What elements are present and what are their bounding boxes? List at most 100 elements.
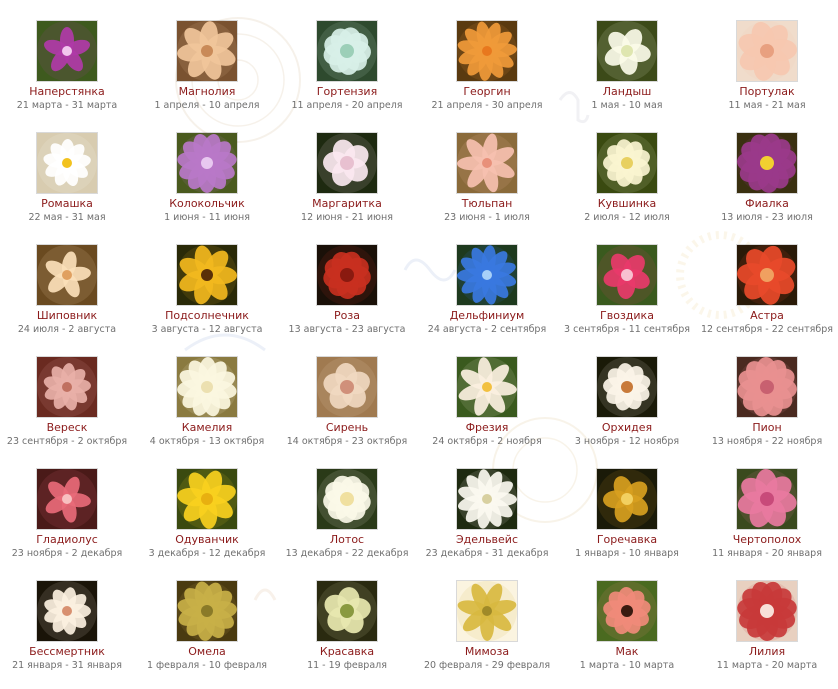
flower-card[interactable]: Астра 12 сентября - 22 сентября xyxy=(697,245,837,336)
flower-card[interactable]: Красавка 11 - 19 февраля xyxy=(277,581,417,672)
flower-card[interactable]: Ромашка 22 мая - 31 мая xyxy=(0,133,137,224)
flower-card[interactable]: Гвоздика 3 сентября - 11 сентября xyxy=(557,245,697,336)
flower-card[interactable]: Тюльпан 23 июня - 1 июля xyxy=(417,133,557,224)
sunflower-photo[interactable] xyxy=(177,245,237,305)
flower-card[interactable]: Лилия 11 марта - 20 марта xyxy=(697,581,837,672)
flower-date-range: 24 октября - 2 ноября xyxy=(432,436,542,447)
flower-card[interactable]: Магнолия 1 апреля - 10 апреля xyxy=(137,21,277,112)
flower-card[interactable]: Георгин 21 апреля - 30 апреля xyxy=(417,21,557,112)
flower-card[interactable]: Орхидея 3 ноября - 12 ноября xyxy=(557,357,697,448)
flower-card[interactable]: Омела 1 февраля - 10 февраля xyxy=(137,581,277,672)
flower-card[interactable]: Вереск 23 сентября - 2 октября xyxy=(0,357,137,448)
flower-name: Астра xyxy=(750,309,784,322)
hydrangea-photo[interactable] xyxy=(317,21,377,81)
flower-date-range: 23 декабря - 31 декабря xyxy=(425,548,549,559)
flower-name: Красавка xyxy=(319,645,375,658)
gentian-photo[interactable] xyxy=(597,469,657,529)
flower-card[interactable]: Гортензия 11 апреля - 20 апреля xyxy=(277,21,417,112)
gladiolus-photo[interactable] xyxy=(37,469,97,529)
flower-card[interactable]: Горечавка 1 января - 10 января xyxy=(557,469,697,560)
magnolia-photo[interactable] xyxy=(177,21,237,81)
flower-name: Роза xyxy=(334,309,360,322)
immortelle-photo[interactable] xyxy=(37,581,97,641)
freesia-photo[interactable] xyxy=(457,357,517,417)
flower-name: Тюльпан xyxy=(461,197,513,210)
flower-card[interactable]: Наперстянка 21 марта - 31 марта xyxy=(0,21,137,112)
edelweiss-photo[interactable] xyxy=(457,469,517,529)
mimosa-photo[interactable] xyxy=(457,581,517,641)
daisy-photo[interactable] xyxy=(317,133,377,193)
flower-name: Лотос xyxy=(329,533,365,546)
flower-card[interactable]: Лотос 13 декабря - 22 декабря xyxy=(277,469,417,560)
flower-card[interactable]: Дельфиниум 24 августа - 2 сентября xyxy=(417,245,557,336)
flower-date-range: 14 октября - 23 октября xyxy=(286,436,408,447)
chamomile-photo[interactable] xyxy=(37,133,97,193)
flower-card[interactable]: Мак 1 марта - 10 марта xyxy=(557,581,697,672)
flower-card[interactable]: Гладиолус 23 ноября - 2 декабря xyxy=(0,469,137,560)
rose-photo[interactable] xyxy=(317,245,377,305)
flower-card[interactable]: Маргаритка 12 июня - 21 июня xyxy=(277,133,417,224)
flower-name: Мак xyxy=(615,645,639,658)
dog-rose-photo[interactable] xyxy=(37,245,97,305)
poppy-photo[interactable] xyxy=(597,581,657,641)
flower-card[interactable]: Камелия 4 октября - 13 октября xyxy=(137,357,277,448)
heather-photo[interactable] xyxy=(37,357,97,417)
flower-date-range: 11 мая - 21 мая xyxy=(728,100,806,111)
tulip-photo[interactable] xyxy=(457,133,517,193)
carnation-photo[interactable] xyxy=(597,245,657,305)
foxglove-photo[interactable] xyxy=(37,21,97,81)
mistletoe-photo[interactable] xyxy=(177,581,237,641)
flower-card[interactable]: Бессмертник 21 января - 31 января xyxy=(0,581,137,672)
flower-name: Шиповник xyxy=(36,309,98,322)
violet-photo[interactable] xyxy=(737,133,797,193)
flower-card[interactable]: Пион 13 ноября - 22 ноября xyxy=(697,357,837,448)
delphinium-photo[interactable] xyxy=(457,245,517,305)
flower-card[interactable]: Колокольчик 1 июня - 11 июня xyxy=(137,133,277,224)
flower-name: Орхидея xyxy=(601,421,653,434)
lotus-photo[interactable] xyxy=(317,469,377,529)
flower-card[interactable]: Мимоза 20 февраля - 29 февраля xyxy=(417,581,557,672)
flower-name: Магнолия xyxy=(178,85,236,98)
aster-photo[interactable] xyxy=(737,245,797,305)
flower-card[interactable]: Кувшинка 2 июля - 12 июля xyxy=(557,133,697,224)
flower-name: Одуванчик xyxy=(175,533,239,546)
flower-date-range: 20 февраля - 29 февраля xyxy=(423,660,551,671)
flower-name: Бессмертник xyxy=(29,645,105,658)
orchid-photo[interactable] xyxy=(597,357,657,417)
lily-of-the-valley-photo[interactable] xyxy=(597,21,657,81)
flower-name: Чертополох xyxy=(732,533,802,546)
dandelion-photo[interactable] xyxy=(177,469,237,529)
lily-photo[interactable] xyxy=(737,581,797,641)
thistle-photo[interactable] xyxy=(737,469,797,529)
lilac-photo[interactable] xyxy=(317,357,377,417)
camellia-photo[interactable] xyxy=(177,357,237,417)
flower-card[interactable]: Роза 13 августа - 23 августа xyxy=(277,245,417,336)
flower-name: Гладиолус xyxy=(36,533,98,546)
portulaca-photo[interactable] xyxy=(737,21,797,81)
flower-name: Гортензия xyxy=(316,85,378,98)
flower-card[interactable]: Одуванчик 3 декабря - 12 декабря xyxy=(137,469,277,560)
flower-name: Камелия xyxy=(181,421,233,434)
flower-card[interactable]: Фиалка 13 июля - 23 июля xyxy=(697,133,837,224)
flower-card[interactable]: Шиповник 24 июля - 2 августа xyxy=(0,245,137,336)
flower-card[interactable]: Эдельвейс 23 декабря - 31 декабря xyxy=(417,469,557,560)
flower-card[interactable]: Сирень 14 октября - 23 октября xyxy=(277,357,417,448)
flower-card[interactable]: Подсолнечник 3 августа - 12 августа xyxy=(137,245,277,336)
flower-name: Вереск xyxy=(46,421,88,434)
flower-name: Гвоздика xyxy=(600,309,654,322)
flower-date-range: 1 марта - 10 марта xyxy=(579,660,675,671)
flower-name: Подсолнечник xyxy=(165,309,249,322)
flower-card[interactable]: Фрезия 24 октября - 2 ноября xyxy=(417,357,557,448)
flower-date-range: 23 ноября - 2 декабря xyxy=(11,548,123,559)
flower-date-range: 13 июля - 23 июля xyxy=(721,212,813,223)
belladonna-photo[interactable] xyxy=(317,581,377,641)
bellflower-photo[interactable] xyxy=(177,133,237,193)
peony-photo[interactable] xyxy=(737,357,797,417)
water-lily-photo[interactable] xyxy=(597,133,657,193)
dahlia-photo[interactable] xyxy=(457,21,517,81)
flower-name: Ромашка xyxy=(41,197,93,210)
flower-card[interactable]: Портулак 11 мая - 21 мая xyxy=(697,21,837,112)
flower-card[interactable]: Чертополох 11 января - 20 января xyxy=(697,469,837,560)
flower-card[interactable]: Ландыш 1 мая - 10 мая xyxy=(557,21,697,112)
flower-name: Эдельвейс xyxy=(455,533,518,546)
